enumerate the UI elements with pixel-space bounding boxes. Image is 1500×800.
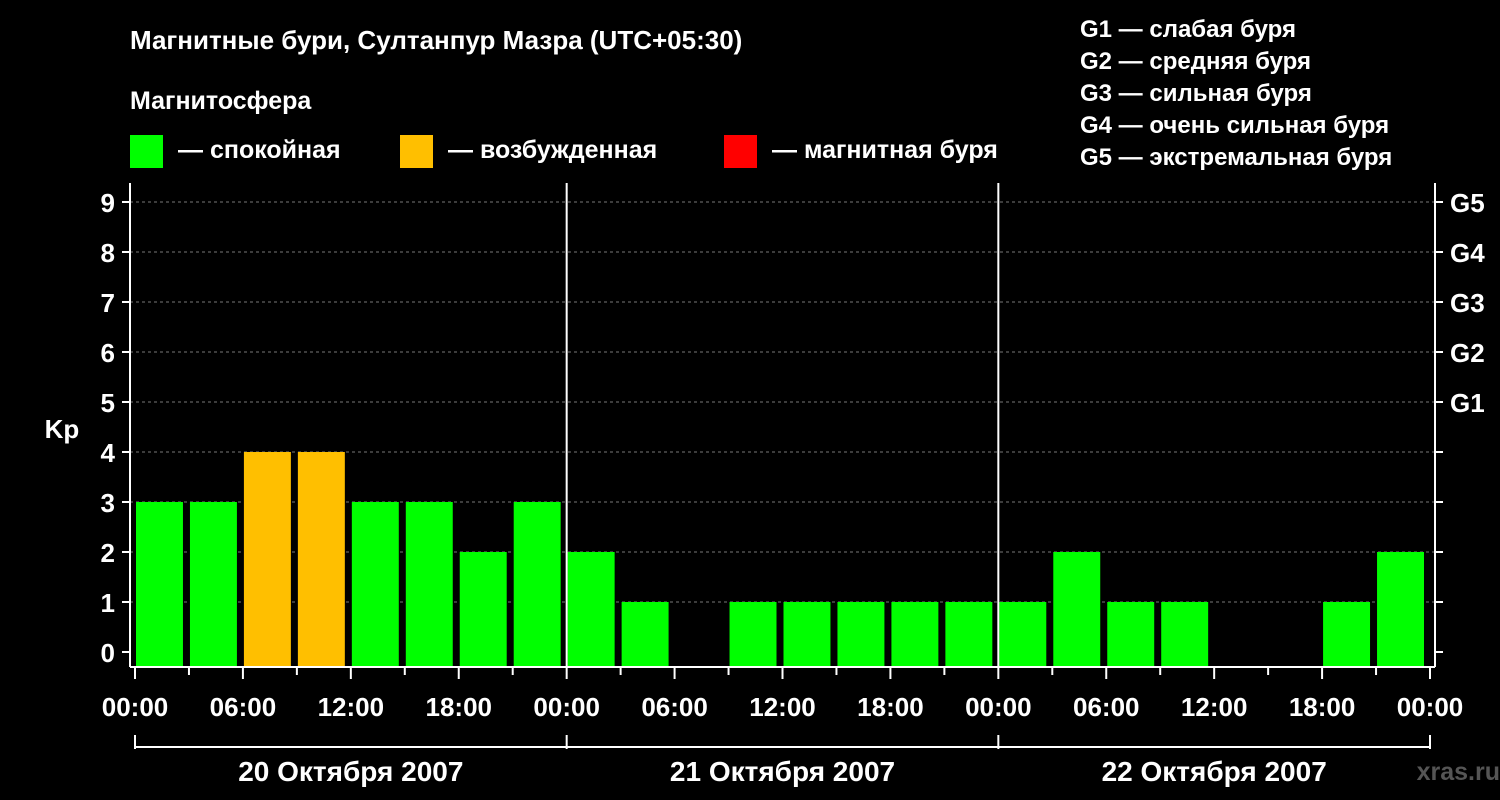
y-tick-label: 5 (101, 388, 115, 418)
g-level-label: G2 (1450, 338, 1485, 368)
bar (1107, 602, 1155, 667)
x-tick-label: 12:00 (1181, 692, 1248, 722)
storm-scale-g3: G3 — сильная буря (1080, 80, 1312, 107)
magnetosphere-label: Магнитосфера (130, 87, 312, 115)
x-tick-label: 00:00 (533, 692, 600, 722)
legend-swatch-storm (724, 135, 757, 168)
bar (837, 602, 885, 667)
bar (1053, 552, 1101, 667)
bar (945, 602, 993, 667)
x-tick-label: 06:00 (641, 692, 708, 722)
day-label: 21 Октября 2007 (670, 756, 895, 787)
x-tick-label: 00:00 (965, 692, 1032, 722)
legend-swatch-active (400, 135, 433, 168)
bar (513, 502, 561, 667)
y-tick-label: 0 (101, 638, 115, 668)
bar (189, 502, 237, 667)
legend-label-storm: — магнитная буря (772, 136, 998, 164)
bar (351, 502, 399, 667)
watermark: xras.ru (1417, 758, 1500, 786)
y-tick-label: 4 (101, 438, 116, 468)
legend-swatch-quiet (130, 135, 163, 168)
bar (567, 552, 615, 667)
bar (136, 502, 183, 667)
y-tick-label: 1 (101, 588, 115, 618)
y-tick-label: 9 (101, 188, 115, 218)
storm-scale-g1: G1 — слабая буря (1080, 16, 1296, 43)
y-axis-label: Kp (45, 414, 80, 444)
g-level-label: G1 (1450, 388, 1485, 418)
x-tick-label: 06:00 (210, 692, 277, 722)
bar (891, 602, 939, 667)
bar (621, 602, 669, 667)
bars (136, 452, 1424, 667)
storm-scale-g2: G2 — средняя буря (1080, 48, 1311, 75)
x-tick-label: 12:00 (318, 692, 385, 722)
y-tick-label: 8 (101, 238, 115, 268)
x-tick-label: 00:00 (1397, 692, 1464, 722)
g-level-label: G3 (1450, 288, 1485, 318)
x-tick-label: 18:00 (857, 692, 924, 722)
chart-title: Магнитные бури, Султанпур Мазра (UTC+05:… (130, 25, 742, 55)
bar (243, 452, 291, 667)
x-tick-label: 18:00 (1289, 692, 1356, 722)
bar (459, 552, 507, 667)
bar (783, 602, 831, 667)
legend-label-active: — возбужденная (448, 136, 657, 164)
g-level-label: G5 (1450, 188, 1485, 218)
x-tick-label: 12:00 (749, 692, 816, 722)
bar (405, 502, 453, 667)
g-level-label: G4 (1450, 238, 1485, 268)
x-tick-label: 06:00 (1073, 692, 1140, 722)
kp-chart: Магнитные бури, Султанпур Мазра (UTC+05:… (45, 16, 1500, 787)
bar (1377, 552, 1424, 667)
storm-scale-g5: G5 — экстремальная буря (1080, 144, 1392, 171)
bar (729, 602, 777, 667)
y-tick-label: 2 (101, 538, 115, 568)
day-label: 22 Октября 2007 (1102, 756, 1327, 787)
y-tick-label: 7 (101, 288, 115, 318)
bar (1323, 602, 1371, 667)
legend-label-quiet: — спокойная (178, 136, 341, 164)
bar (1161, 602, 1209, 667)
bar (297, 452, 345, 667)
bar (999, 602, 1047, 667)
day-label: 20 Октября 2007 (238, 756, 463, 787)
storm-scale-g4: G4 — очень сильная буря (1080, 112, 1389, 139)
x-tick-label: 18:00 (426, 692, 493, 722)
x-tick-label: 00:00 (102, 692, 169, 722)
y-tick-label: 3 (101, 488, 115, 518)
y-tick-label: 6 (101, 338, 115, 368)
